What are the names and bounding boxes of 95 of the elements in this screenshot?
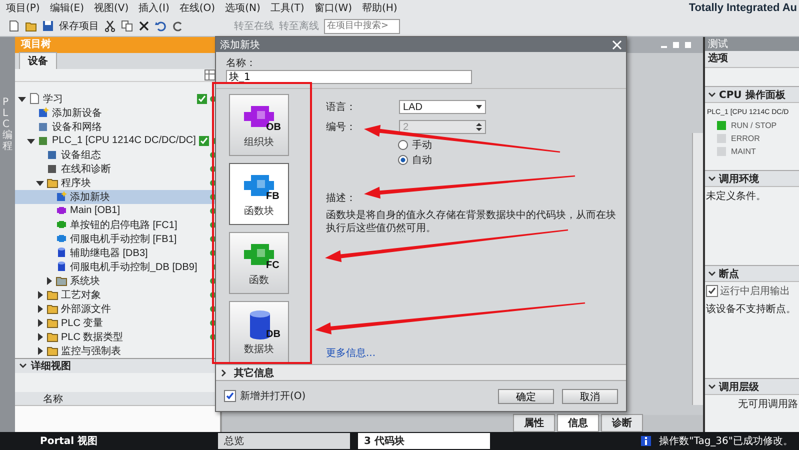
block-type-button[interactable]: FC 函数 [229,232,289,294]
radio-option[interactable]: 自动 [398,152,432,167]
new-document-icon[interactable] [8,20,20,32]
description-text: 函数块是将自身的值永久存储在背景数据块中的代码块，从而在块执行后这些值仍然可用。 [326,209,616,235]
panel-title: 测试 [705,37,799,51]
expand-arrow-icon[interactable] [36,178,44,187]
info-icon [641,436,652,446]
expand-arrow-icon[interactable] [36,318,44,327]
checkbox-label: 运行中启用输出 [720,284,790,298]
panel-tab[interactable]: 诊断 [601,414,643,432]
tree-item[interactable]: 设备和网络 [15,120,220,134]
menu-item[interactable]: 项目(P) [6,1,40,15]
condition-text: 未定义条件。 [705,190,767,204]
dialog-button[interactable]: 确定 [498,388,554,404]
block-icon [38,135,49,146]
block-icon [56,219,67,230]
menu-item[interactable]: 编辑(E) [50,1,84,15]
expand-arrow-icon[interactable] [18,94,26,103]
cylinder-icon [56,261,67,272]
document-icon [29,93,40,104]
copy-icon[interactable] [121,20,133,32]
folder-icon [47,289,58,300]
section-title: 其它信息 [234,366,274,380]
menu-item[interactable]: 视图(V) [94,1,129,15]
portal-view-button[interactable]: Portal 视图 [40,434,210,448]
folder-icon [56,275,67,286]
block-icon [38,121,49,132]
status-message: 操作数"Tag_36"已成功修改。 [659,434,794,448]
more-info-link[interactable]: 更多信息... [326,346,616,360]
taskbar-tab[interactable]: 总览 [218,433,350,449]
field-label: 名称： [226,57,257,70]
block-type-button[interactable]: OB 组织块 [229,94,289,156]
tree-item[interactable]: 监控与强制表 [15,344,220,358]
expand-arrow-icon[interactable] [36,304,44,313]
dialog-title: 添加新块 [220,38,260,52]
folder-icon [47,345,58,356]
expand-arrow-icon[interactable] [36,346,44,355]
field-label: 编号： [326,120,356,134]
delete-icon[interactable] [138,20,150,32]
section-title: 调用环境 [719,172,759,186]
block-icon [47,163,58,174]
tree-item[interactable]: 添加新设备 [15,106,220,120]
led-label: RUN / STOP [731,121,777,130]
section-title: 调用层级 [719,380,759,394]
folder-icon[interactable] [25,20,37,32]
folder-icon [47,331,58,342]
expand-arrow-icon[interactable] [27,136,35,145]
cylinder-icon [56,247,67,258]
checkbox-label: 新增并打开(O) [240,390,306,403]
menu-item[interactable]: 在线(O) [179,1,216,15]
led-label: MAINT [731,147,756,156]
close-icon[interactable] [612,40,622,50]
menu-item[interactable]: 窗口(W) [314,1,352,15]
block-icon [56,191,67,202]
block-type-button[interactable]: FB 函数块 [229,163,289,225]
expand-arrow-icon[interactable] [36,332,44,341]
save-project-button[interactable]: 保存项目 [59,19,99,33]
taskbar-tab[interactable]: 3 代码块 [358,433,490,449]
field-label: 描述： [326,192,356,205]
block-icon [56,233,67,244]
menu-item[interactable]: 工具(T) [270,1,304,15]
dropdown-arrow-icon[interactable] [475,103,483,111]
expand-arrow-icon[interactable] [45,276,53,285]
search-field[interactable]: 在项目中搜索> [324,18,400,34]
panel-tab[interactable]: 信息 [557,414,599,432]
message-text: 该设备不支持断点。 [705,302,797,317]
block-icon [47,149,58,160]
cut-icon[interactable] [104,20,116,32]
section-title: 断点 [719,268,739,280]
message-text: 无可用调用路 [737,398,799,412]
folder-icon [47,317,58,328]
language-dropdown[interactable]: LAD [399,100,486,114]
block-icon [56,205,67,216]
menu-item[interactable]: 帮助(H) [362,1,398,15]
section-title: CPU 操作面板 [719,88,786,102]
section-title: 选项 [705,51,799,68]
expand-arrow-icon[interactable] [36,290,44,299]
devices-tab[interactable]: 设备 [19,52,57,69]
folder-icon [47,303,58,314]
undo-icon[interactable] [155,20,167,32]
radio-option[interactable]: 手动 [398,137,432,152]
checkbox[interactable] [224,390,236,402]
checkbox[interactable] [706,285,718,297]
panel-tab[interactable]: 属性 [513,414,555,432]
menu-item[interactable]: 插入(I) [138,1,170,15]
block-icon [38,107,49,118]
scrollbar[interactable] [692,133,703,405]
field-label: 语言： [326,100,356,114]
menu-item[interactable]: 选项(N) [225,1,260,15]
folder-icon [47,177,58,188]
section-title: 详细视图 [31,359,71,373]
table-icon[interactable] [204,69,216,81]
led-label: ERROR [731,134,760,143]
product-title: Totally Integrated Au [688,2,798,14]
dialog-button[interactable]: 取消 [562,388,618,404]
